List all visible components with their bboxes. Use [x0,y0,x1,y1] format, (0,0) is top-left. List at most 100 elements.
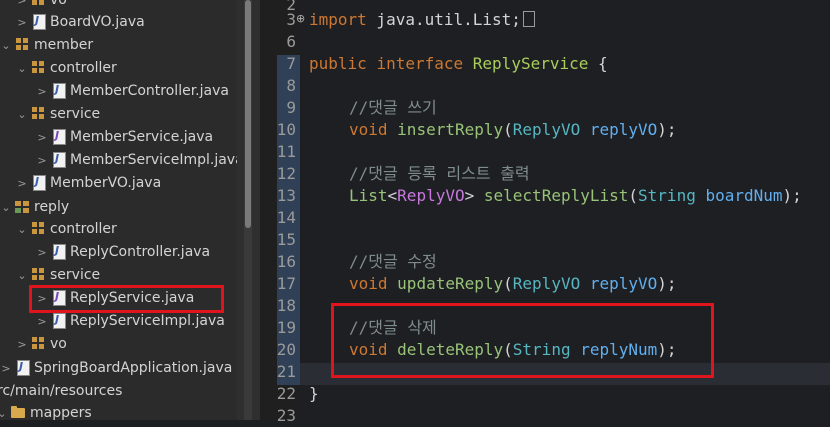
code-line-comment[interactable]: //댓글 삭제 [349,317,437,339]
chevron-down-icon[interactable]: ⌄ [14,264,30,287]
line-number: 22 [276,384,296,403]
tree-item-member-controller[interactable]: ⌄ controller [14,57,117,80]
tree-item-reply-service[interactable]: ⌄ service [14,264,100,287]
package-icon [30,105,46,121]
code-line-delete-reply[interactable]: void deleteReply(String replyNum); [349,339,677,361]
tree-item-label: MemberServiceImpl.java [70,152,237,168]
package-cluster-icon [14,198,30,214]
line-number: 10 [276,120,296,139]
tree-item-reply-controller[interactable]: ⌄ controller [14,218,117,241]
type-name: String [512,340,571,359]
tree-item-replycontroller[interactable]: > ReplyController.java [34,241,210,264]
tree-item-label: ReplyController.java [70,244,211,260]
line-number: 3 [286,10,296,29]
tree-item-reply-vo[interactable]: > vo [14,333,67,356]
code-line-import[interactable]: import java.util.List; [309,9,535,31]
explorer-scroll-thumb[interactable] [245,0,251,228]
type-name: String [638,186,696,205]
line-number: 21 [276,362,296,381]
tree-item-resources[interactable]: rc/main/resources [0,380,122,403]
code-line-closing-brace[interactable]: } [309,383,319,405]
code-line-select-reply-list[interactable]: List<ReplyVO> selectReplyList(String boa… [349,185,802,207]
chevron-down-icon[interactable]: ⌄ [14,218,30,241]
chevron-down-icon[interactable]: ⌄ [14,103,30,126]
tree-item-member-service[interactable]: ⌄ service [14,103,100,126]
tree-item-mappers[interactable]: ⌄ mappers [0,402,92,420]
java-class-file-icon [50,312,66,329]
chevron-right-icon[interactable]: > [34,287,50,310]
tree-item-replyserviceimpl[interactable]: > ReplyServiceImpl.java [34,310,225,333]
java-class-file-icon [30,174,46,191]
code-line-comment[interactable]: //댓글 수정 [349,251,437,273]
java-class-file-icon [30,13,46,30]
java-class-file-icon [14,359,30,376]
chevron-right-icon[interactable]: > [34,241,50,264]
chevron-right-icon[interactable]: > [14,333,30,356]
code-line-interface-decl[interactable]: public interface ReplyService { [309,53,608,75]
fold-marker-icon[interactable]: ⊕ [296,11,305,27]
tree-item-label: vo [50,336,67,352]
comment: //댓글 수정 [349,252,437,271]
keyword: void [349,340,388,359]
tree-item-reply[interactable]: ⌄ reply [0,196,69,219]
code-line-comment[interactable]: //댓글 쓰기 [349,97,437,119]
comment: //댓글 등록 리스트 출력 [349,164,530,183]
method-name: selectReplyList [483,186,629,205]
paren: ); [657,274,677,293]
paren: ( [503,274,513,293]
folded-block-icon[interactable] [522,11,535,27]
line-number: 9 [286,98,296,117]
folder-icon [10,404,26,420]
tree-item-memberservice[interactable]: > MemberService.java [34,126,213,149]
chevron-right-icon[interactable]: > [34,80,50,103]
chevron-right-icon[interactable]: > [14,11,30,34]
comment: //댓글 쓰기 [349,98,437,117]
tree-item-label: MemberController.java [70,83,229,99]
line-number: 16 [276,252,296,271]
tree-item-memberserviceimpl[interactable]: > MemberServiceImpl.java [34,149,237,172]
java-class-file-icon [50,151,66,168]
line-number: 19 [276,318,296,337]
tree-item-springboardapplication[interactable]: > SpringBoardApplication.java [0,357,232,380]
keyword: interface [376,54,464,73]
chevron-right-icon[interactable]: > [14,172,30,195]
keyword: void [349,274,388,293]
tree-item-replyservice[interactable]: > ReplyService.java [34,287,194,310]
tree-item-membercontroller[interactable]: > MemberController.java [34,80,229,103]
tree-item-label: ReplyServiceImpl.java [70,313,225,329]
tree-item-label: MemberService.java [70,129,214,145]
tree-item-boardvo[interactable]: > BoardVO.java [14,11,145,34]
line-number: 11 [276,142,296,161]
brace: } [309,384,319,403]
tree-item-label: BoardVO.java [50,14,145,30]
java-interface-file-icon [50,289,66,306]
interface-name: ReplyService [472,54,589,73]
line-number: 12 [276,164,296,183]
param-name: replyVO [589,274,658,293]
chevron-right-icon[interactable]: > [0,357,14,380]
type-name: ReplyVO [512,274,581,293]
keyword: public [309,54,367,73]
chevron-down-icon[interactable]: ⌄ [0,34,14,57]
tree-item-label: mappers [30,405,92,420]
line-number: 8 [286,76,296,95]
chevron-right-icon[interactable]: > [34,310,50,333]
code-line-insert-reply[interactable]: void insertReply(ReplyVO replyVO); [349,119,677,141]
current-line-highlight [300,363,830,385]
tree-item-membervo[interactable]: > MemberVO.java [14,172,161,195]
chevron-down-icon[interactable]: ⌄ [0,402,10,420]
tree-item-member[interactable]: ⌄ member [0,34,93,57]
tree-item-label: controller [50,60,117,76]
tree-item-label: controller [50,221,117,237]
keyword: void [349,120,388,139]
chevron-right-icon[interactable]: > [34,149,50,172]
code-line-update-reply[interactable]: void updateReply(ReplyVO replyVO); [349,273,677,295]
java-interface-file-icon [50,128,66,145]
chevron-right-icon[interactable]: > [34,126,50,149]
paren: ); [782,186,802,205]
chevron-down-icon[interactable]: ⌄ [14,57,30,80]
code-line-comment[interactable]: //댓글 등록 리스트 출력 [349,163,530,185]
chevron-down-icon[interactable]: ⌄ [0,196,14,219]
package-icon [30,220,46,236]
java-class-file-icon [50,82,66,99]
